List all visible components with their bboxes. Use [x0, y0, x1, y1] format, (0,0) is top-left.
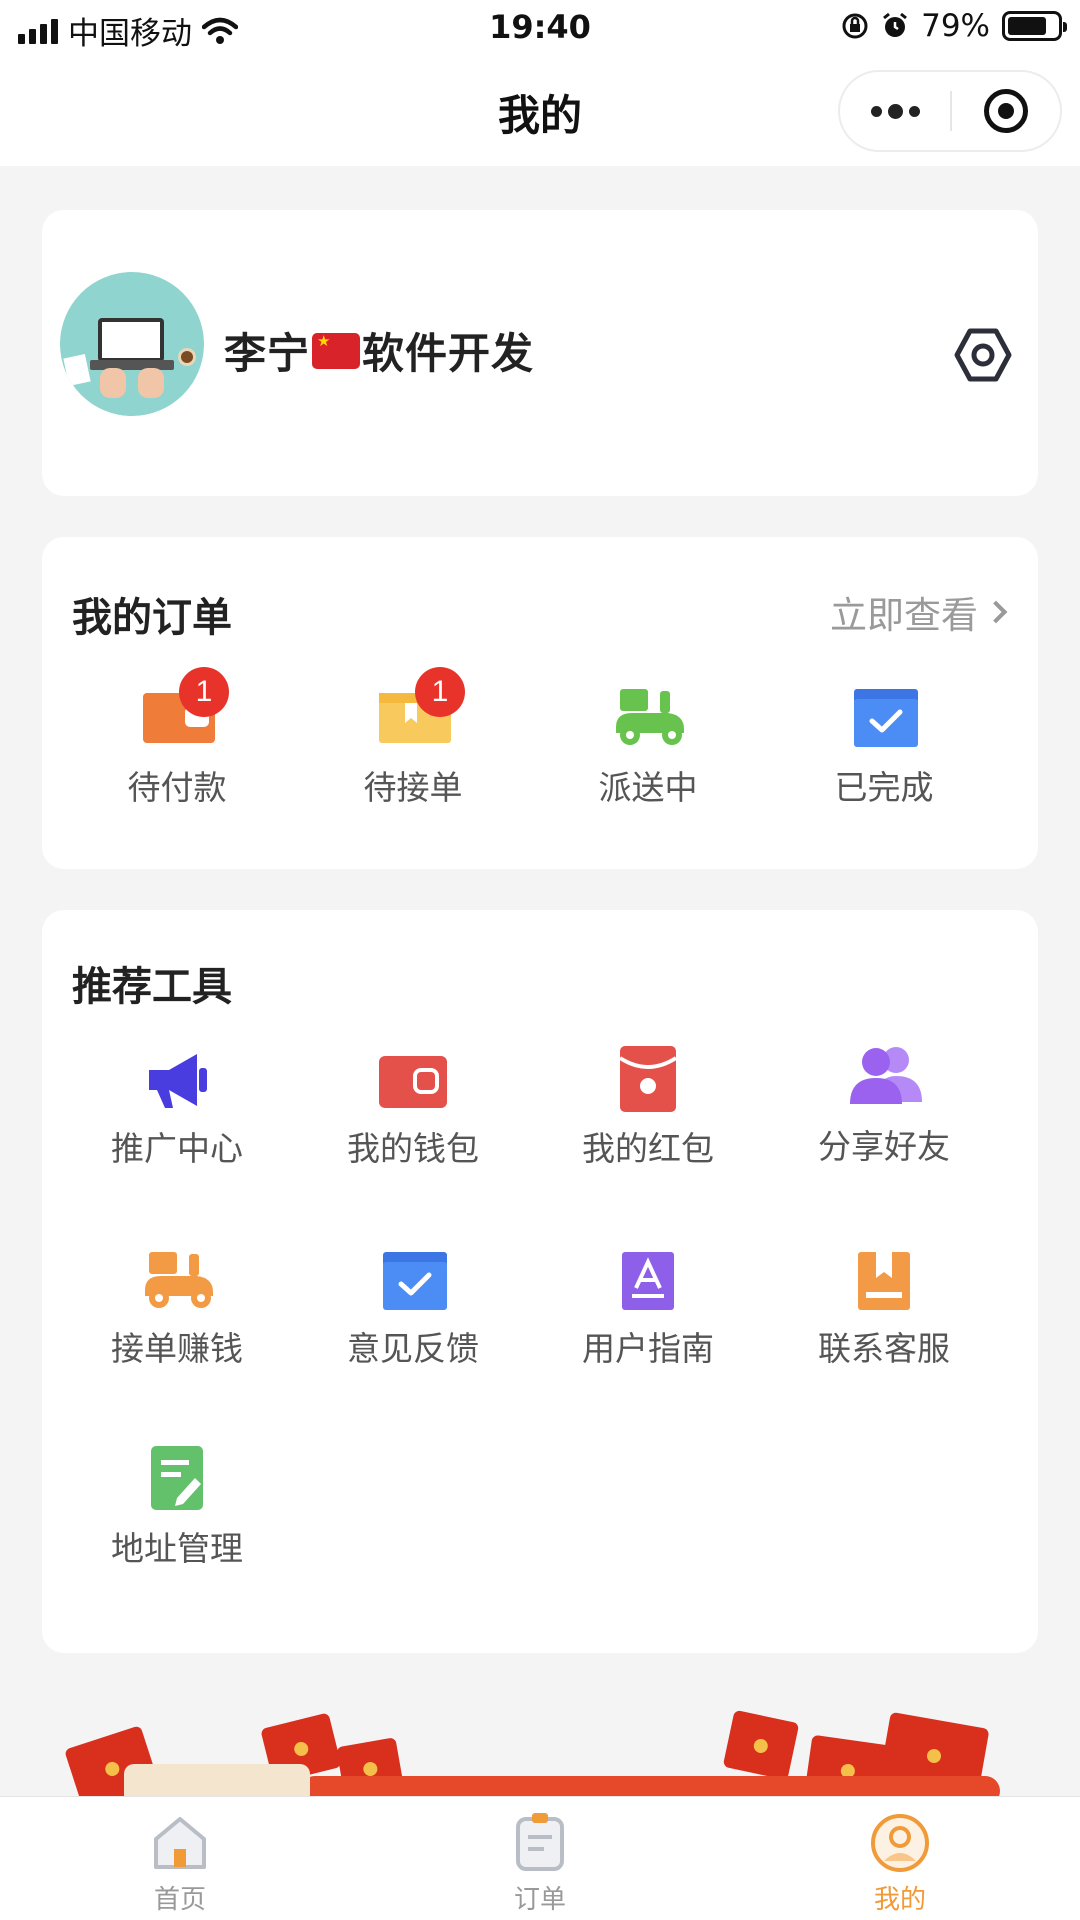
megaphone-icon: [149, 1054, 207, 1108]
wallet-icon: [379, 1056, 447, 1108]
tool-my-wallet[interactable]: 我的钱包: [313, 1050, 513, 1200]
tab-bar: 首页 订单 我的: [0, 1796, 1080, 1920]
view-all-orders-link[interactable]: 立即查看: [830, 585, 1008, 639]
tool-promotion-center[interactable]: 推广中心: [77, 1050, 277, 1200]
target-icon[interactable]: [952, 72, 1060, 150]
guide-icon: [622, 1252, 674, 1310]
orders-title: 我的订单: [72, 595, 232, 641]
address-edit-icon: [151, 1446, 203, 1510]
tab-label: 订单: [513, 1885, 566, 1915]
tool-label: 我的钱包: [347, 1129, 479, 1168]
tool-label: 接单赚钱: [111, 1329, 243, 1368]
scooter-icon: [616, 689, 684, 745]
order-status-completed[interactable]: 已完成: [784, 687, 984, 847]
order-status-label: 已完成: [834, 768, 934, 807]
tool-label: 地址管理: [111, 1529, 243, 1568]
tool-label: 意见反馈: [347, 1329, 479, 1368]
view-all-label: 立即查看: [830, 594, 978, 637]
profile-icon: [871, 1814, 929, 1872]
tool-label: 联系客服: [818, 1329, 950, 1368]
avatar[interactable]: [60, 272, 204, 416]
username-prefix: 李宁: [224, 329, 311, 378]
orders-icon: [516, 1813, 564, 1871]
tool-contact-service[interactable]: 联系客服: [784, 1250, 984, 1400]
order-status-label: 待接单: [363, 768, 463, 807]
status-right: 79%: [841, 8, 1067, 44]
red-packet-icon: [618, 1046, 678, 1112]
order-status-label: 待付款: [127, 768, 227, 807]
tool-user-guide[interactable]: 用户指南: [548, 1250, 748, 1400]
status-bar: 中国移动 19:40 79%: [0, 0, 1080, 54]
nav-bar: 我的: [0, 54, 1080, 166]
users-icon: [850, 1047, 922, 1104]
alarm-icon: [883, 12, 908, 37]
miniprogram-capsule: [838, 70, 1062, 152]
tab-orders[interactable]: 订单: [360, 1797, 720, 1920]
service-book-icon: [858, 1252, 910, 1310]
order-status-delivering[interactable]: 派送中: [548, 687, 748, 847]
scooter-icon: [145, 1252, 213, 1308]
tab-home[interactable]: 首页: [0, 1797, 360, 1920]
tool-label: 用户指南: [582, 1329, 714, 1368]
tab-label: 首页: [153, 1885, 206, 1915]
tab-label: 我的: [873, 1885, 926, 1915]
battery-label: 79%: [921, 8, 990, 44]
orientation-lock-icon: [842, 13, 868, 39]
tool-label: 推广中心: [111, 1129, 243, 1168]
order-status-label: 派送中: [598, 768, 698, 807]
china-flag-icon: [312, 332, 361, 369]
tools-title: 推荐工具: [72, 964, 232, 1010]
tool-share-friends[interactable]: 分享好友: [784, 1047, 984, 1200]
profile-card: 李宁 软件开发: [42, 210, 1038, 496]
notification-badge: 1: [415, 667, 465, 717]
notification-badge: 1: [179, 667, 229, 717]
order-status-pending-acceptance[interactable]: 1 待接单: [313, 667, 513, 847]
tab-profile[interactable]: 我的: [720, 1797, 1080, 1920]
tool-my-red-packet[interactable]: 我的红包: [548, 1046, 748, 1200]
tool-earn-by-orders[interactable]: 接单赚钱: [77, 1250, 277, 1400]
more-icon[interactable]: [840, 72, 950, 150]
chevron-right-icon: [984, 600, 1008, 624]
tool-address-management[interactable]: 地址管理: [77, 1446, 277, 1600]
battery-icon: [1002, 11, 1067, 41]
tool-label: 分享好友: [818, 1127, 950, 1166]
completed-box-icon: [854, 689, 918, 747]
settings-icon[interactable]: [954, 326, 1012, 384]
tools-card: 推荐工具 推广中心 我的钱包 我的红包 分享好友 接单赚钱 意见反馈 用户指南 …: [42, 910, 1038, 1653]
tool-feedback[interactable]: 意见反馈: [313, 1250, 513, 1400]
promo-banner[interactable]: [0, 1700, 1080, 1796]
home-icon: [154, 1817, 206, 1869]
tool-label: 我的红包: [582, 1129, 714, 1168]
username: 李宁 软件开发: [224, 320, 534, 381]
feedback-box-icon: [383, 1252, 447, 1310]
username-suffix: 软件开发: [362, 329, 535, 378]
order-status-pending-payment[interactable]: 1 待付款: [77, 667, 277, 847]
orders-card: 我的订单 立即查看 1 待付款 1 待接单 派送中 已完成: [42, 537, 1038, 869]
